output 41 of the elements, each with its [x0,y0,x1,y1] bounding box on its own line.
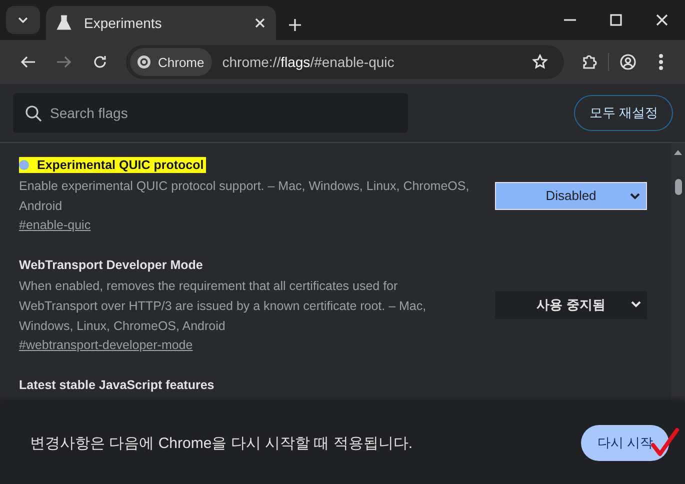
bookmark-star-icon[interactable] [532,54,548,70]
tab-search-button[interactable] [6,6,40,34]
puzzle-icon[interactable] [581,54,597,70]
url-text: chrome://flags/#enable-quic [222,54,396,70]
chevron-down-icon [631,301,641,308]
restart-button[interactable]: 다시 시작 [581,425,669,461]
reload-icon[interactable] [92,54,108,70]
search-icon [25,105,42,122]
maximize-icon[interactable] [610,14,622,26]
flag-title: WebTransport Developer Mode [19,257,204,273]
reset-all-button[interactable]: 모두 재설정 [574,95,673,131]
plus-icon[interactable] [288,18,302,32]
flag-link[interactable]: #webtransport-developer-mode [19,338,193,352]
scroll-up-arrow-icon[interactable] [674,150,682,155]
chrome-logo-icon [136,54,152,70]
close-icon[interactable] [254,17,266,29]
close-icon[interactable] [656,14,668,26]
scrollbar-thumb[interactable] [675,179,682,195]
chevron-down-icon [17,15,29,25]
flag-dropdown[interactable]: Disabled [495,182,647,210]
back-arrow-icon[interactable] [20,54,36,70]
flag-description: When enabled, removes the requirement that all certificates used for WebTransport over HTTP/3 are issued by a known certificate root. – Mac, Windows, Linux, ChromeOS, Android [19,278,428,335]
flag-description: Enable experimental QUIC protocol support. – Mac, Windows, Linux, ChromeOS, Android [19,178,470,215]
chevron-down-icon [630,192,640,200]
scrollbar[interactable] [671,143,685,402]
address-bar[interactable]: Chrome chrome://flags/#enable-quic [126,45,564,79]
tab-title: Experiments [84,15,163,31]
flag-dropdown[interactable]: 사용 중지됨 [495,291,647,319]
browser-tab[interactable]: Experiments [46,6,276,40]
forward-arrow-icon[interactable] [56,54,72,70]
profile-icon[interactable] [620,54,636,70]
flag-link[interactable]: #enable-quic [19,218,91,232]
flag-title: Latest stable JavaScript features [19,377,216,393]
search-field[interactable]: Search flags [13,93,408,133]
more-menu-icon[interactable] [658,54,664,70]
flask-icon [56,15,72,31]
flag-title: Experimental QUIC protocol [19,157,206,173]
site-chip[interactable]: Chrome [130,48,212,76]
modified-dot-icon [19,160,29,170]
restart-message: 변경사항은 다음에 Chrome을 다시 시작할 때 적용됩니다. [30,434,414,452]
checkmark-icon [651,428,679,458]
